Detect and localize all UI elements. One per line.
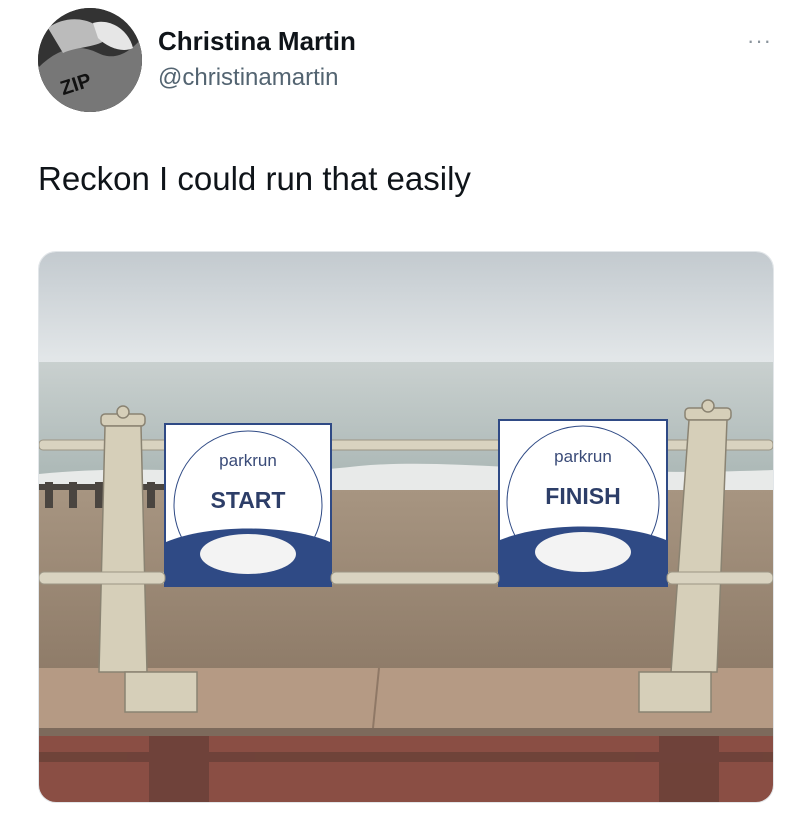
user-handle[interactable]: @christinamartin <box>158 64 338 92</box>
finish-sign-label: FINISH <box>545 483 620 509</box>
finish-sign-brand: parkrun <box>554 447 612 466</box>
sky <box>39 252 773 362</box>
start-sign-label: START <box>211 487 286 513</box>
start-sign-brand: parkrun <box>219 451 277 470</box>
promenade-kerb <box>39 728 773 736</box>
avatar[interactable]: ZIP <box>38 8 142 112</box>
more-horizontal-icon[interactable]: ··· <box>747 28 772 54</box>
front-rail <box>39 571 166 585</box>
display-name[interactable]: Christina Martin <box>158 26 356 57</box>
finish-sign: parkrun FINISH <box>498 419 668 587</box>
start-sign: parkrun START <box>164 423 332 587</box>
tweet-text: Reckon I could run that easily <box>38 160 471 197</box>
tweet-photo[interactable]: parkrun START parkrun FINISH <box>38 251 774 803</box>
